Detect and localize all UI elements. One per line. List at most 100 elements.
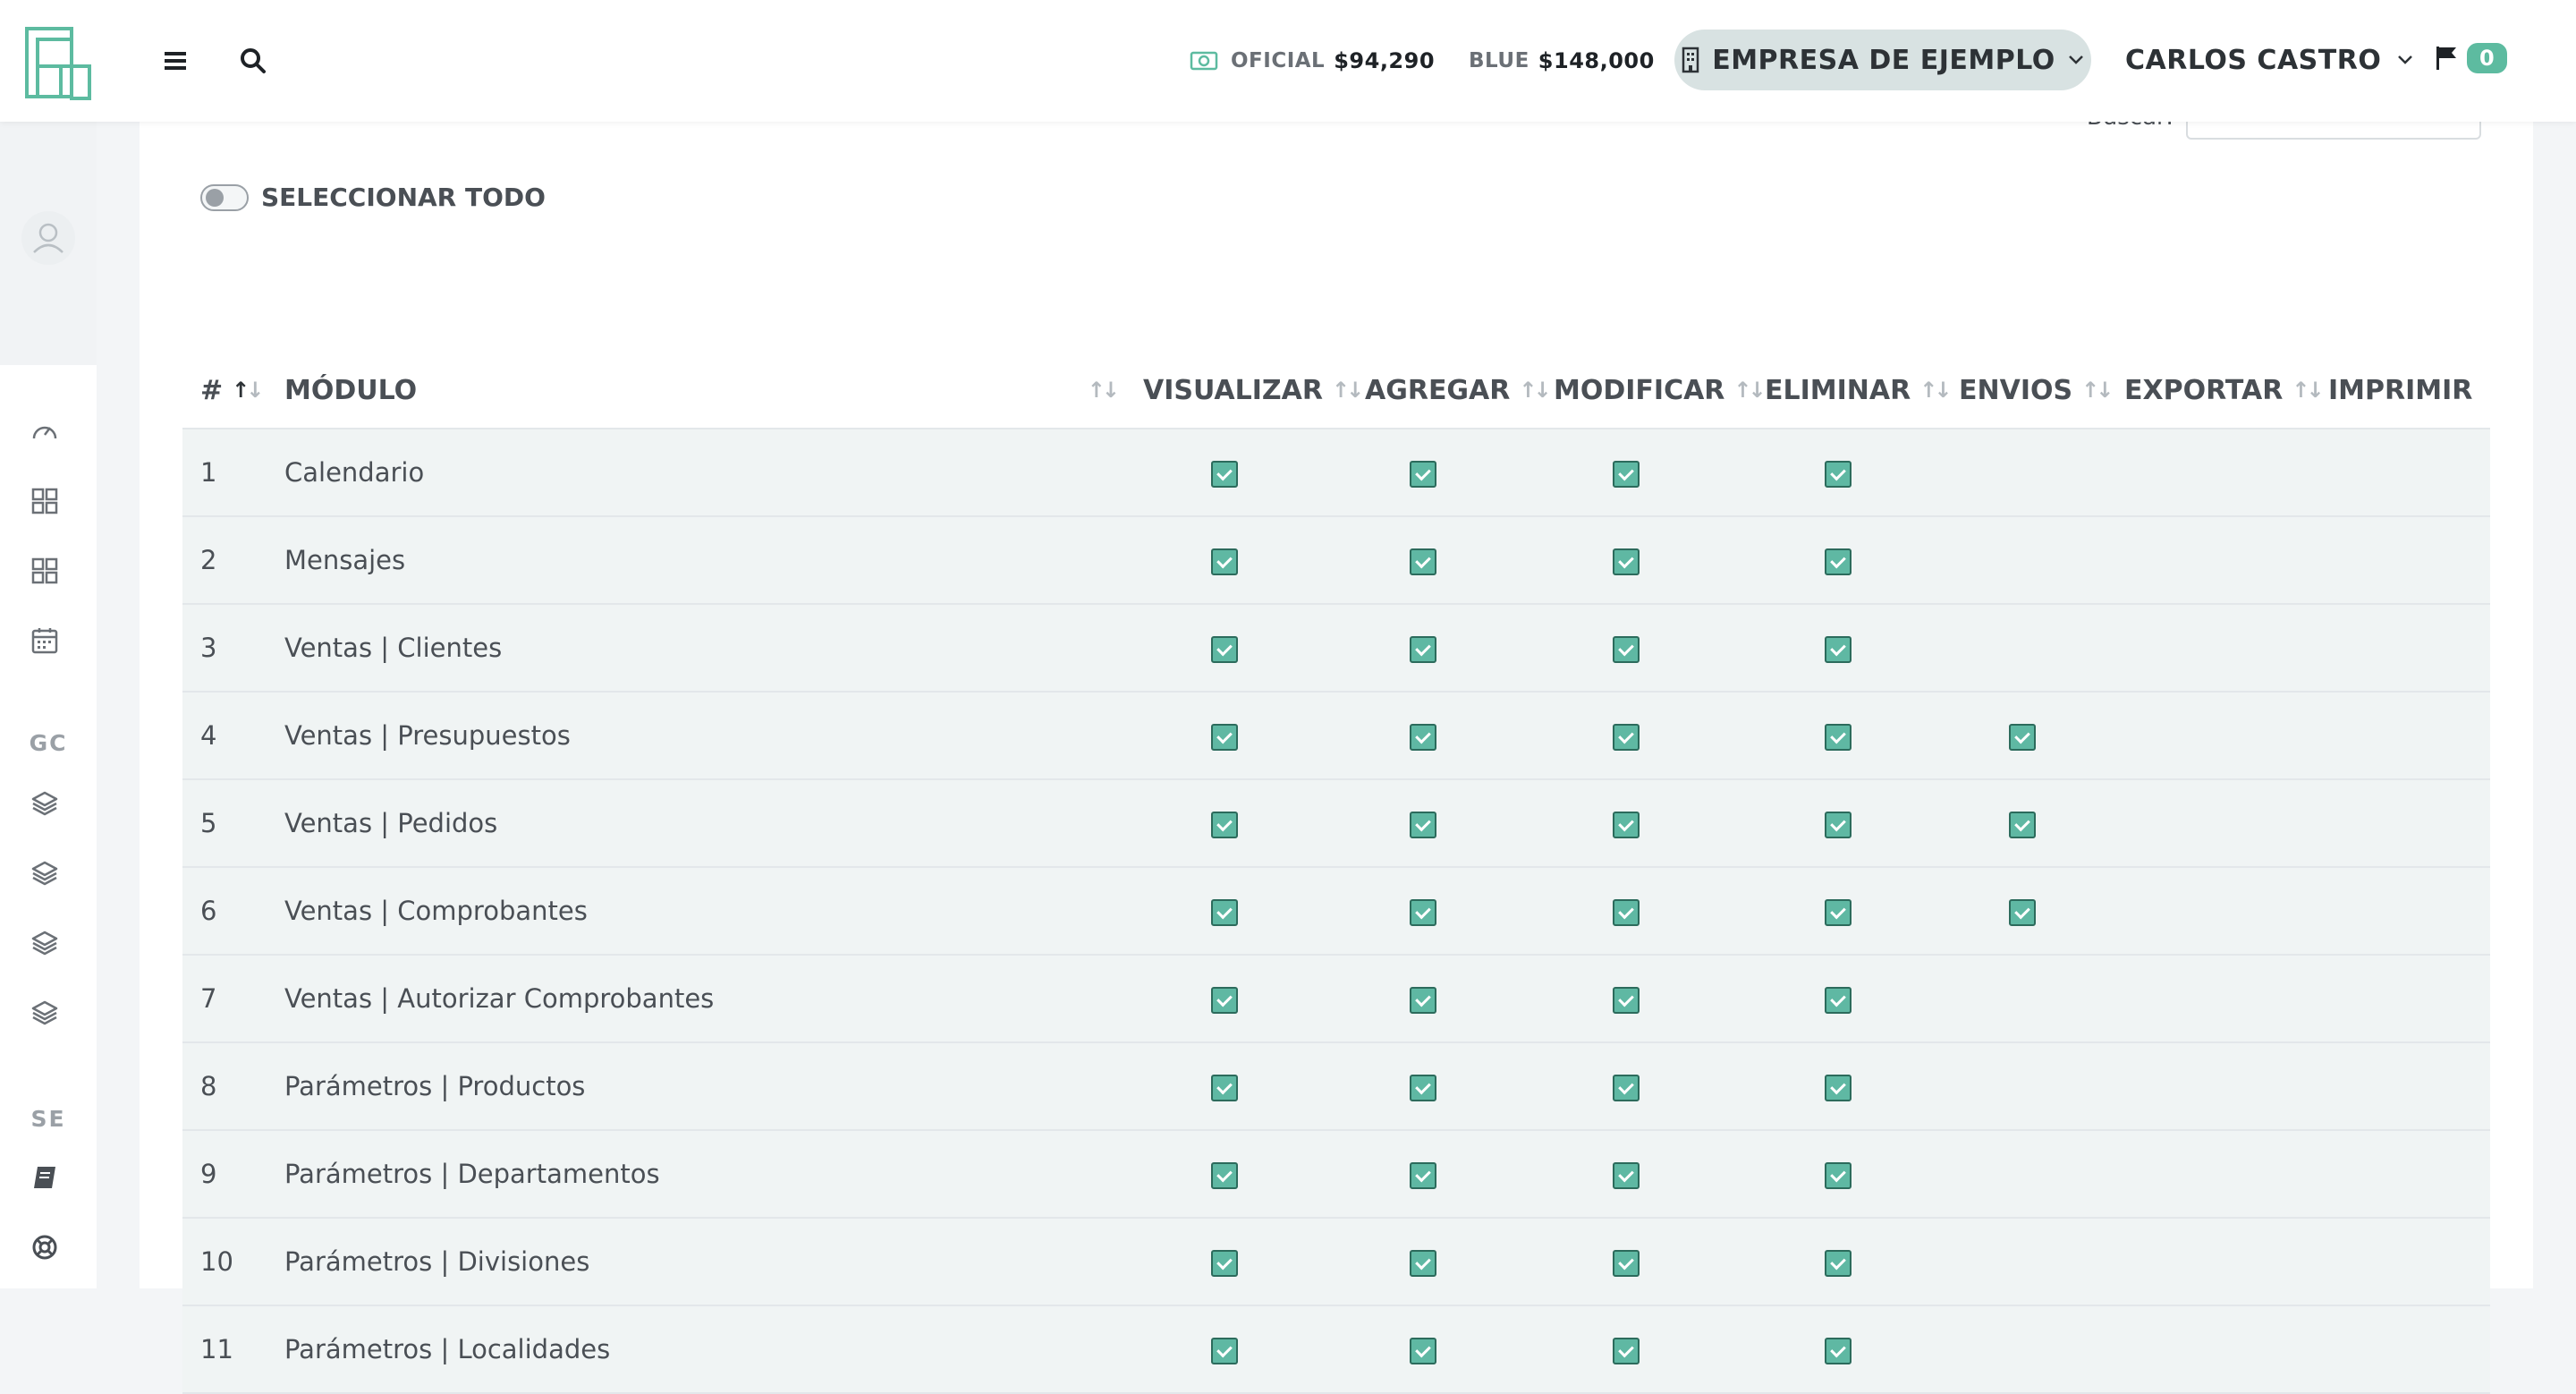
- permission-checkbox-edit[interactable]: [1613, 1250, 1640, 1277]
- column-module-label: MÓDULO: [284, 374, 418, 406]
- calendar-icon[interactable]: [30, 626, 59, 655]
- permission-checkbox-view[interactable]: [1211, 1338, 1238, 1364]
- row-module-name: Mensajes: [284, 545, 406, 575]
- permission-checkbox-add[interactable]: [1410, 812, 1436, 838]
- user-name: CARLOS CASTRO: [2125, 44, 2382, 76]
- permission-checkbox-view[interactable]: [1211, 1075, 1238, 1101]
- column-header-send[interactable]: ENVIOS ↑↓: [1946, 353, 2114, 429]
- permission-checkbox-delete[interactable]: [1825, 1075, 1852, 1101]
- permission-checkbox-edit[interactable]: [1613, 899, 1640, 926]
- dashboard-icon[interactable]: [30, 417, 59, 446]
- layers-icon[interactable]: [30, 929, 59, 957]
- permission-checkbox-view[interactable]: [1211, 1162, 1238, 1189]
- permission-checkbox-add[interactable]: [1410, 1338, 1436, 1364]
- permission-checkbox-view[interactable]: [1211, 812, 1238, 838]
- permission-checkbox-view[interactable]: [1211, 987, 1238, 1014]
- permission-checkbox-add[interactable]: [1410, 1250, 1436, 1277]
- column-header-add[interactable]: AGREGAR ↑↓: [1349, 353, 1552, 429]
- permission-checkbox-view[interactable]: [1211, 899, 1238, 926]
- row-number: 7: [200, 983, 217, 1014]
- cell-send: [1946, 516, 2112, 604]
- select-all-toggle[interactable]: SELECCIONAR TODO: [200, 183, 546, 212]
- cell-add: [1349, 1218, 1541, 1305]
- column-delete-label: ELIMINAR: [1765, 374, 1911, 406]
- permission-checkbox-add[interactable]: [1410, 899, 1436, 926]
- layers-icon[interactable]: [30, 999, 59, 1027]
- permission-checkbox-edit[interactable]: [1613, 812, 1640, 838]
- permission-checkbox-add[interactable]: [1410, 636, 1436, 663]
- cell-export: [2112, 955, 2316, 1042]
- grid-icon[interactable]: [30, 557, 59, 585]
- book-icon[interactable]: [30, 1163, 59, 1192]
- permission-checkbox-edit[interactable]: [1613, 1075, 1640, 1101]
- permissions-table: # ↑↓ MÓDULO ↑↓ VISUALIZAR ↑↓ AGREGAR ↑↓ …: [182, 353, 2490, 1394]
- permission-checkbox-edit[interactable]: [1613, 636, 1640, 663]
- cell-print: [2316, 955, 2490, 1042]
- grid-icon[interactable]: [30, 487, 59, 515]
- permission-checkbox-delete[interactable]: [1825, 812, 1852, 838]
- column-header-delete[interactable]: ELIMINAR ↑↓: [1754, 353, 1952, 429]
- notifications-button[interactable]: 0: [2435, 43, 2507, 73]
- cell-add: [1349, 429, 1541, 516]
- permission-checkbox-delete[interactable]: [1825, 1338, 1852, 1364]
- permission-checkbox-delete[interactable]: [1825, 548, 1852, 575]
- permission-checkbox-edit[interactable]: [1613, 461, 1640, 488]
- permission-checkbox-delete[interactable]: [1825, 461, 1852, 488]
- permission-checkbox-edit[interactable]: [1613, 987, 1640, 1014]
- permission-checkbox-view[interactable]: [1211, 636, 1238, 663]
- permission-checkbox-add[interactable]: [1410, 461, 1436, 488]
- company-selector[interactable]: EMPRESA DE EJEMPLO: [1674, 30, 2091, 90]
- permission-checkbox-view[interactable]: [1211, 548, 1238, 575]
- rate-value-blue: $148,000: [1538, 48, 1655, 73]
- permission-checkbox-delete[interactable]: [1825, 987, 1852, 1014]
- column-header-edit[interactable]: MODIFICAR ↑↓: [1541, 353, 1767, 429]
- permission-checkbox-view[interactable]: [1211, 1250, 1238, 1277]
- cell-add: [1349, 1042, 1541, 1130]
- toggle-switch[interactable]: [200, 183, 249, 211]
- permission-checkbox-edit[interactable]: [1613, 548, 1640, 575]
- permission-checkbox-view[interactable]: [1211, 461, 1238, 488]
- cell-edit: [1541, 516, 1754, 604]
- permission-checkbox-add[interactable]: [1410, 987, 1436, 1014]
- permission-checkbox-delete[interactable]: [1825, 899, 1852, 926]
- permission-checkbox-edit[interactable]: [1613, 1162, 1640, 1189]
- cell-view: [1134, 1218, 1349, 1305]
- column-edit-label: MODIFICAR: [1554, 374, 1725, 406]
- column-add-label: AGREGAR: [1365, 374, 1511, 406]
- permission-checkbox-delete[interactable]: [1825, 1250, 1852, 1277]
- search-icon[interactable]: [240, 47, 267, 74]
- cell-view: [1134, 955, 1349, 1042]
- permission-checkbox-add[interactable]: [1410, 1162, 1436, 1189]
- permission-checkbox-add[interactable]: [1410, 724, 1436, 751]
- menu-toggle-icon[interactable]: [164, 49, 187, 72]
- column-header-module[interactable]: MÓDULO ↑↓: [284, 353, 1134, 429]
- column-send-label: ENVIOS: [1959, 374, 2073, 406]
- cell-edit: [1541, 692, 1754, 779]
- permission-checkbox-send[interactable]: [2009, 724, 2036, 751]
- lifebuoy-icon[interactable]: [30, 1233, 59, 1262]
- permission-checkbox-edit[interactable]: [1613, 724, 1640, 751]
- column-header-num[interactable]: # ↑↓: [182, 353, 284, 429]
- permission-checkbox-delete[interactable]: [1825, 724, 1852, 751]
- permission-checkbox-send[interactable]: [2009, 812, 2036, 838]
- cell-send: [1946, 779, 2112, 867]
- avatar[interactable]: [21, 211, 75, 265]
- user-menu[interactable]: CARLOS CASTRO: [2125, 30, 2413, 90]
- permission-checkbox-delete[interactable]: [1825, 1162, 1852, 1189]
- permission-checkbox-send[interactable]: [2009, 899, 2036, 926]
- permission-checkbox-edit[interactable]: [1613, 1338, 1640, 1364]
- layers-icon[interactable]: [30, 789, 59, 818]
- column-header-print[interactable]: IMPRIMIR: [2316, 353, 2490, 429]
- layers-icon[interactable]: [30, 859, 59, 888]
- flag-icon: [2436, 47, 2456, 70]
- column-header-export[interactable]: EXPORTAR ↑↓: [2112, 353, 2325, 429]
- permission-checkbox-add[interactable]: [1410, 548, 1436, 575]
- permission-checkbox-delete[interactable]: [1825, 636, 1852, 663]
- cell-print: [2316, 604, 2490, 692]
- app-logo[interactable]: [25, 27, 91, 100]
- permission-checkbox-view[interactable]: [1211, 724, 1238, 751]
- column-header-view[interactable]: VISUALIZAR ↑↓: [1134, 353, 1364, 429]
- permission-checkbox-add[interactable]: [1410, 1075, 1436, 1101]
- row-number: 2: [200, 545, 217, 575]
- cell-edit: [1541, 1218, 1754, 1305]
